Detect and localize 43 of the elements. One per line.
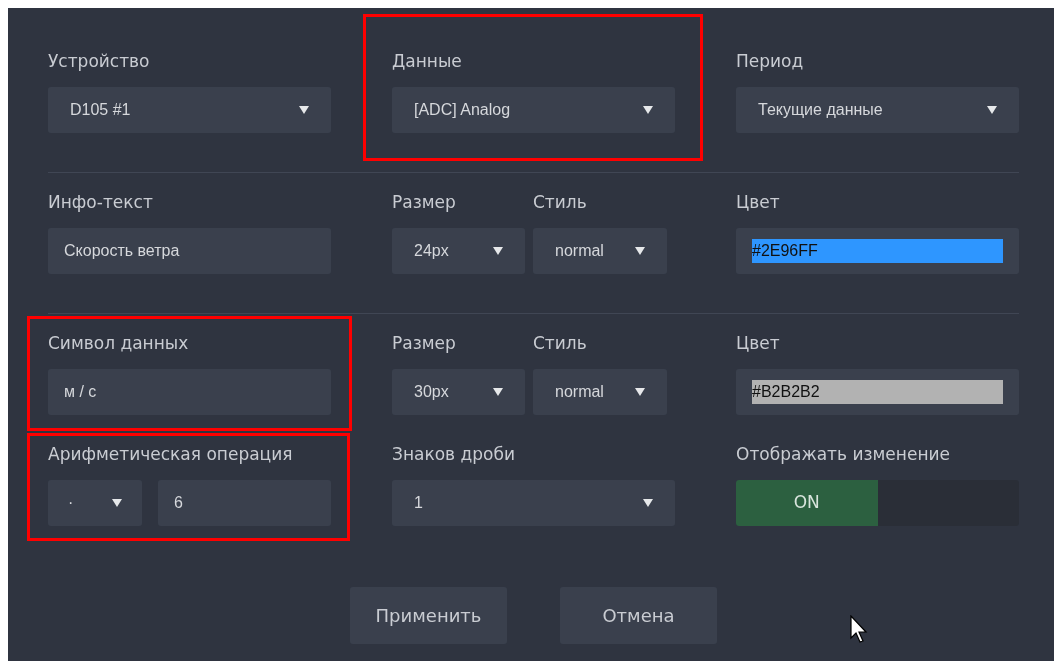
dropdown[interactable]: [ADC] Analog [392, 87, 675, 133]
caret-icon [299, 106, 309, 114]
field-label: Символ данных [48, 332, 190, 355]
field-label: Период [736, 50, 805, 73]
field-label: Размер [392, 191, 457, 214]
input-field[interactable]: 6 [158, 480, 331, 526]
color-value: #B2B2B2 [752, 380, 1003, 404]
style-dropdown[interactable]: normal [533, 228, 667, 274]
field-label: Данные [392, 50, 463, 73]
input-field[interactable]: Скорость ветра [48, 228, 331, 274]
caret-icon [112, 499, 122, 507]
style-dropdown[interactable]: normal [533, 369, 667, 415]
dropdown[interactable]: 1 [392, 480, 675, 526]
field-label: Стиль [533, 191, 588, 214]
dialog-button[interactable]: Применить [350, 587, 507, 644]
caret-icon [643, 499, 653, 507]
caret-icon [493, 247, 503, 255]
caret-icon [635, 247, 645, 255]
dropdown[interactable]: D105 #1 [48, 87, 331, 133]
cursor-icon [850, 615, 868, 643]
field-label: Цвет [736, 332, 781, 355]
field-label: Устройство [48, 50, 151, 73]
field-label: Цвет [736, 191, 781, 214]
field-label: Размер [392, 332, 457, 355]
size-dropdown[interactable]: 30px [392, 369, 525, 415]
field-label: Отображать изменение [736, 443, 951, 466]
color-field[interactable]: #2E96FF [736, 228, 1019, 274]
toggle-switch[interactable]: ON [736, 480, 1019, 526]
field-label: Стиль [533, 332, 588, 355]
field-label: Знаков дроби [392, 443, 516, 466]
caret-icon [493, 388, 503, 396]
color-field[interactable]: #B2B2B2 [736, 369, 1019, 415]
operation-dropdown[interactable]: · [48, 480, 142, 526]
field-label: Инфо-текст [48, 191, 154, 214]
size-dropdown[interactable]: 24px [392, 228, 525, 274]
field-label: Арифметическая операция [48, 443, 294, 466]
dialog-button[interactable]: Отмена [560, 587, 717, 644]
dropdown[interactable]: Текущие данные [736, 87, 1019, 133]
caret-icon [635, 388, 645, 396]
color-value: #2E96FF [752, 239, 1003, 263]
caret-icon [987, 106, 997, 114]
caret-icon [643, 106, 653, 114]
input-field[interactable]: м / с [48, 369, 331, 415]
